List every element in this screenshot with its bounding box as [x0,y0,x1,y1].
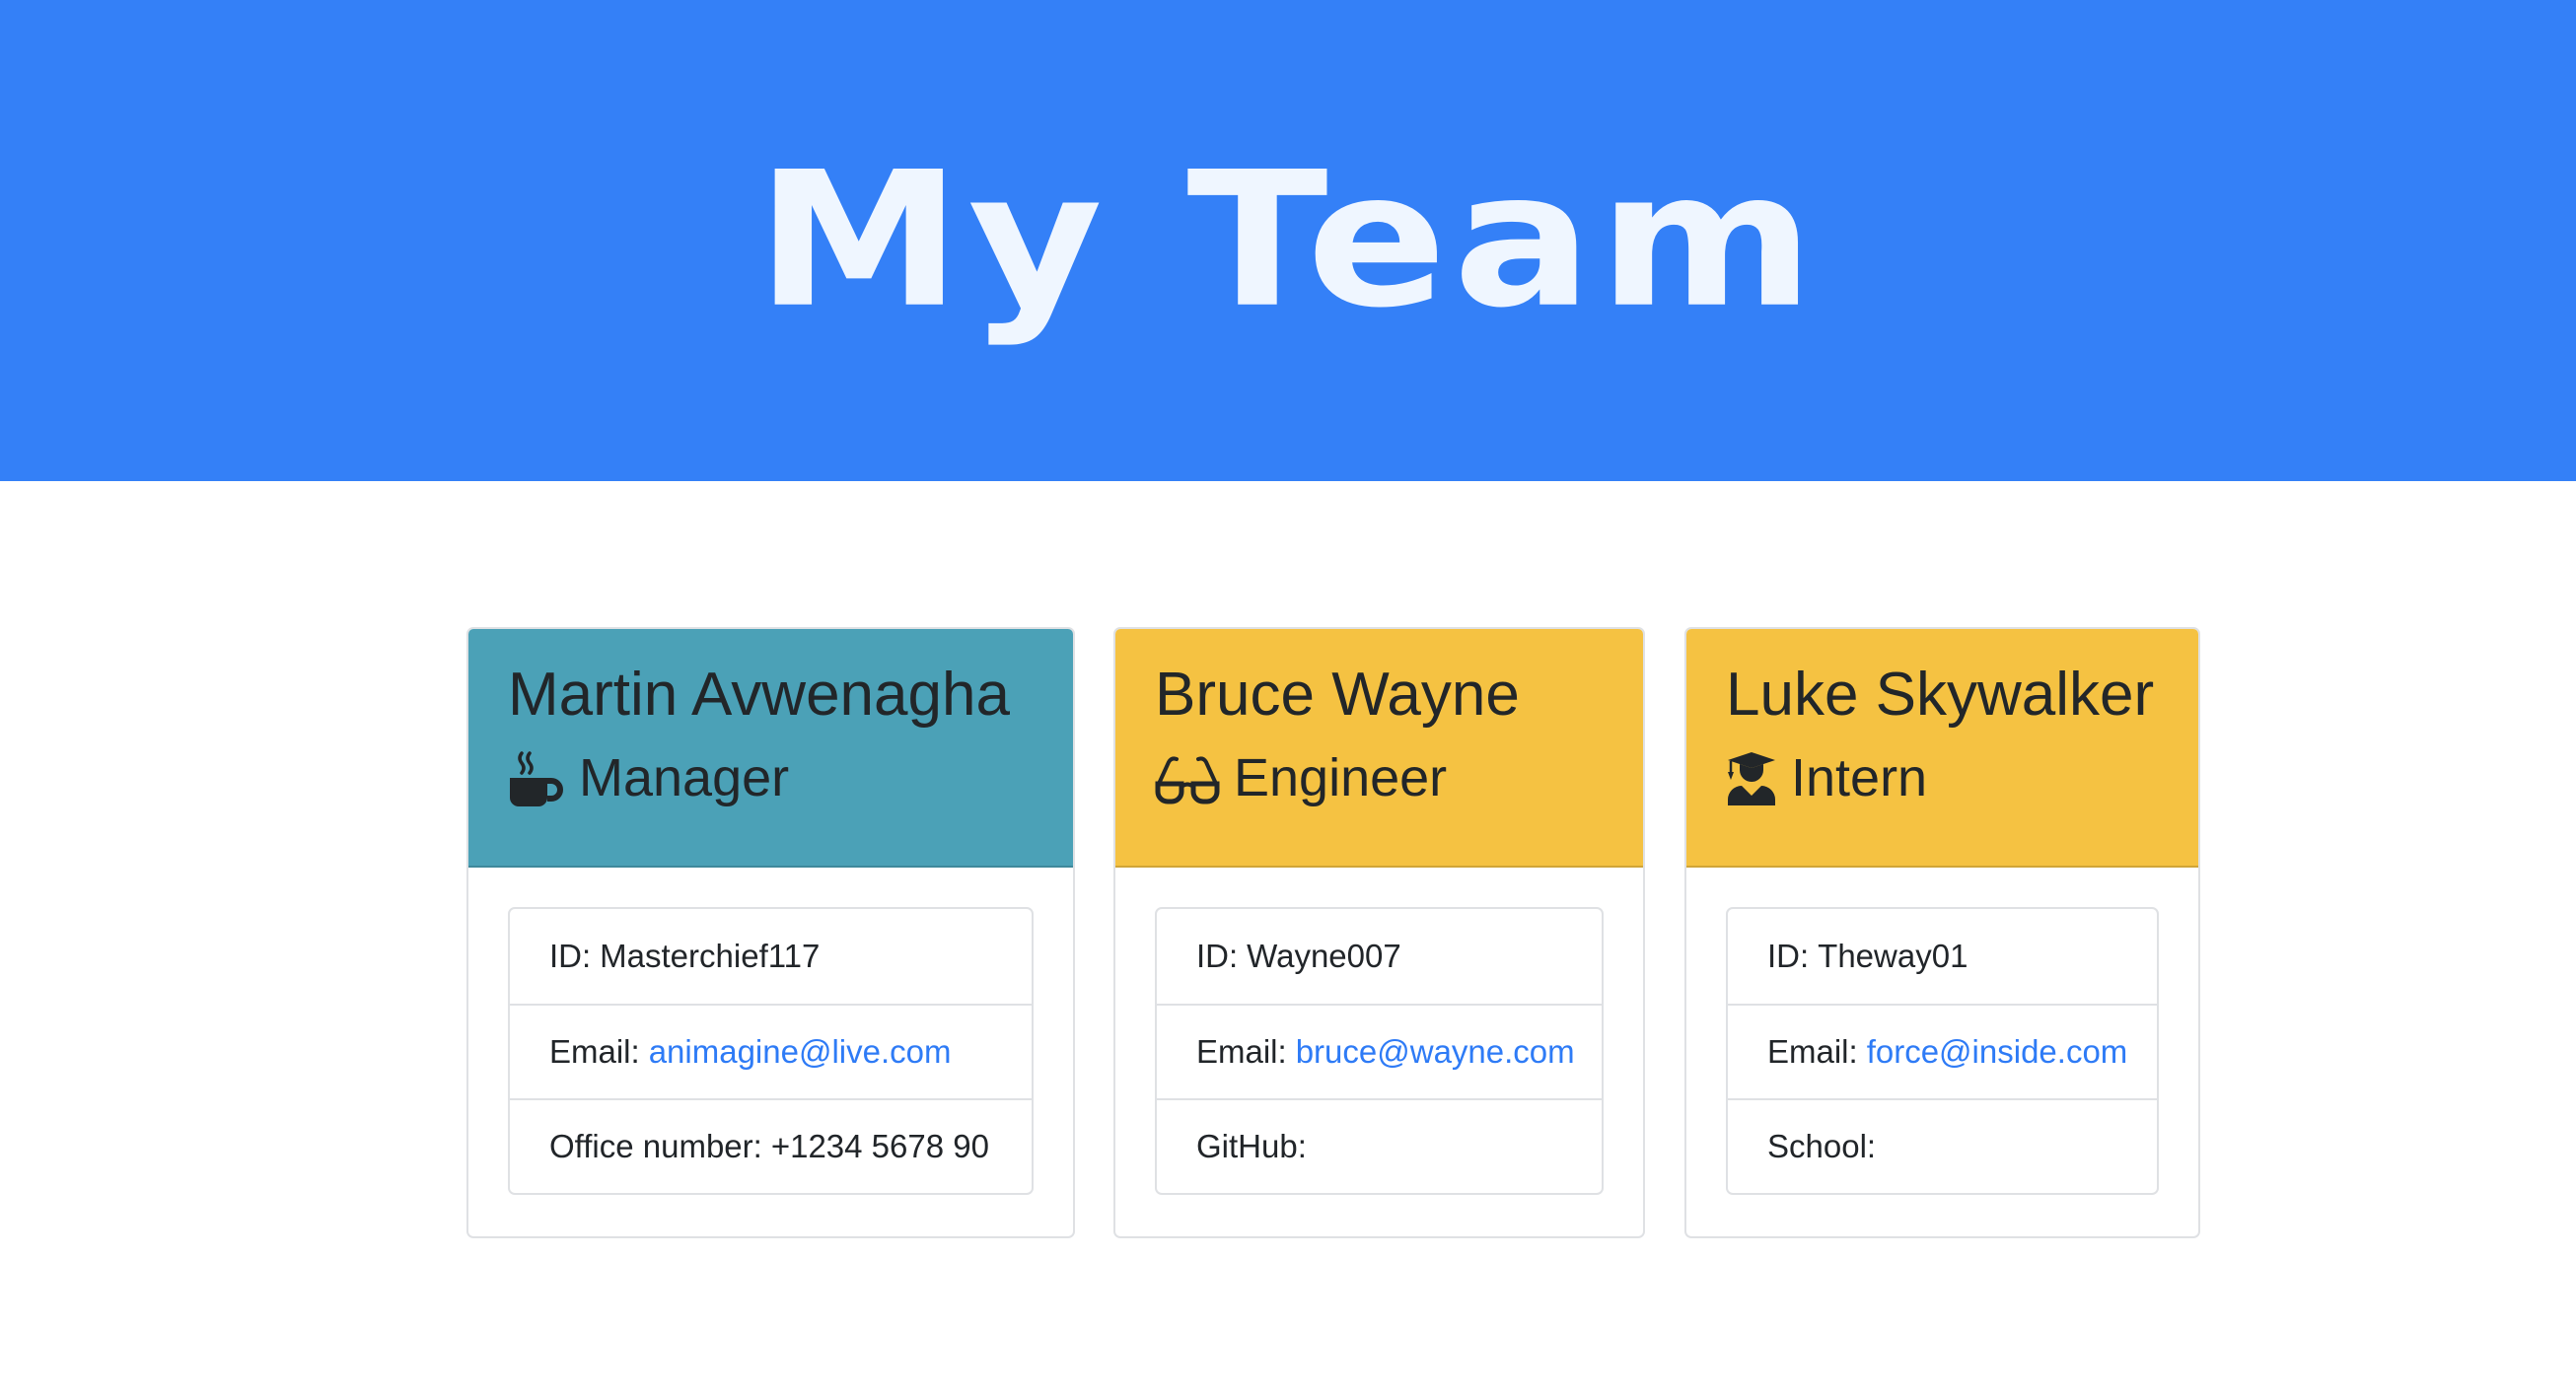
school-label: School: [1767,1128,1877,1164]
glasses-icon [1155,756,1220,804]
info-list: ID: Theway01 Email: force@inside.com Sch… [1726,907,2159,1195]
email-link[interactable]: bruce@wayne.com [1296,1033,1575,1071]
info-list: ID: Wayne007 Email: bruce@wayne.com GitH… [1155,907,1604,1195]
card-body: ID: Wayne007 Email: bruce@wayne.com GitH… [1115,868,1643,1234]
employee-role: Intern [1726,748,2159,808]
id-value: Masterchief117 [600,938,821,974]
list-item-id: ID: Masterchief117 [510,909,1032,1004]
id-value: Wayne007 [1247,938,1401,974]
list-item-id: ID: Wayne007 [1157,909,1602,1004]
employee-role: Manager [508,748,1034,808]
office-number-label: Office number: [549,1128,762,1164]
list-item-id: ID: Theway01 [1728,909,2157,1004]
email-link[interactable]: force@inside.com [1867,1033,2128,1071]
list-item-email: Email: animagine@live.com [510,1004,1032,1098]
role-label: Intern [1791,748,1928,808]
id-label: ID: [1767,938,1810,974]
github-label: GitHub: [1196,1128,1307,1164]
list-item-school: School: [1728,1098,2157,1193]
employee-name: Luke Skywalker [1726,661,2155,729]
coffee-mug-icon [510,751,563,807]
id-label: ID: [1196,938,1239,974]
employee-role: Engineer [1155,748,1604,808]
card-header: Luke Skywalker Intern [1686,629,2198,868]
employee-name: Martin Avwenagha [508,661,1010,729]
card-header: Martin Avwenagha Manager [468,629,1073,868]
list-item-email: Email: bruce@wayne.com [1157,1004,1602,1098]
employee-card-intern: Luke Skywalker Intern ID: Theway01 Email… [1684,627,2200,1238]
list-item-office-number: Office number: +1234 5678 90 [510,1098,1032,1193]
email-label: Email: [1196,1033,1287,1070]
email-link[interactable]: animagine@live.com [649,1033,952,1071]
card-body: ID: Masterchief117 Email: animagine@live… [468,868,1073,1234]
page-title: My Team [755,131,1821,349]
graduate-icon [1728,752,1775,806]
info-list: ID: Masterchief117 Email: animagine@live… [508,907,1034,1195]
id-value: Theway01 [1818,938,1968,974]
email-label: Email: [549,1033,640,1070]
employee-name: Bruce Wayne [1155,661,1520,729]
role-label: Manager [579,748,790,808]
list-item-github: GitHub: [1157,1098,1602,1193]
card-header: Bruce Wayne Engineer [1115,629,1643,868]
employee-card-engineer: Bruce Wayne Engineer ID: Wayne007 Email:… [1113,627,1645,1238]
page-banner: My Team [0,0,2576,481]
employee-card-manager: Martin Avwenagha Manager ID: Masterchief… [466,627,1075,1238]
email-label: Email: [1767,1033,1858,1070]
office-number-value: +1234 5678 90 [770,1128,989,1164]
list-item-email: Email: force@inside.com [1728,1004,2157,1098]
card-body: ID: Theway01 Email: force@inside.com Sch… [1686,868,2198,1234]
role-label: Engineer [1234,748,1448,808]
id-label: ID: [549,938,592,974]
